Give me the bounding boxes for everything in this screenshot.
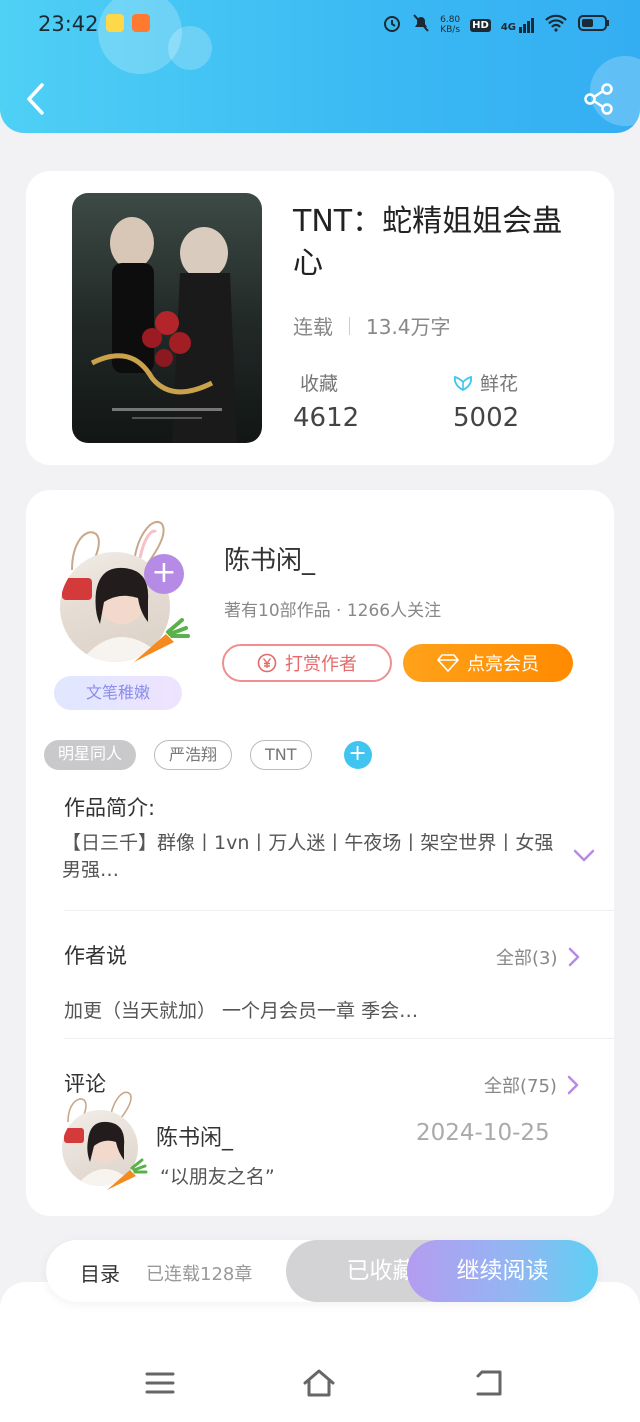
chevron-left-icon (27, 83, 44, 115)
add-tag-button[interactable]: + (343, 741, 372, 769)
author-notes-all-link[interactable]: 全部(3) (496, 944, 580, 970)
share-button[interactable] (582, 82, 616, 116)
mute-icon (412, 13, 430, 37)
divider (64, 1038, 614, 1039)
continue-reading-button[interactable]: 继续阅读 (407, 1240, 598, 1302)
book-cover-image[interactable] (72, 193, 262, 443)
status-time: 23:42 (38, 12, 99, 36)
tip-author-button[interactable]: 打赏作者 (222, 644, 392, 682)
net-speed: 6.80 KB/s (440, 15, 461, 35)
comment-date: 2024-10-25 (416, 1120, 550, 1146)
book-title: TNT：蛇精姐姐会蛊心 (293, 204, 563, 281)
intro-text: 【日三千】群像丨1vn丨万人迷丨午夜场丨架空世界丨女强男强… (62, 832, 554, 881)
yen-coin-icon (257, 653, 277, 673)
back-nav-button[interactable] (472, 1368, 506, 1398)
book-meta: 连载 13.4万字 (293, 311, 451, 340)
menu-nav-button[interactable] (143, 1368, 177, 1398)
tag-chip[interactable]: 明星同人 (44, 740, 137, 770)
chevron-down-icon (573, 849, 595, 862)
comments-all-link[interactable]: 全部(75) (484, 1072, 579, 1098)
menu-icon (145, 1372, 175, 1394)
favorites-count: 4612 (293, 403, 360, 433)
author-stats: 著有10部作品 · 1266人关注 (224, 601, 442, 621)
flowers-count: 5002 (453, 403, 520, 433)
notification-app-icon (132, 14, 150, 32)
carrot-decoration (134, 618, 190, 662)
flower-icon (453, 375, 473, 391)
divider (64, 910, 614, 911)
tag-chip[interactable]: TNT (250, 740, 312, 770)
home-nav-button[interactable] (302, 1368, 336, 1398)
diamond-icon (437, 654, 459, 672)
back-button[interactable] (22, 82, 52, 116)
home-icon (303, 1369, 335, 1397)
vip-membership-button[interactable]: 点亮会员 (403, 644, 573, 682)
hd-icon: HD (470, 18, 491, 32)
system-nav-bar (0, 1282, 640, 1422)
flowers-label[interactable]: 鲜花 (452, 369, 518, 396)
book-word-count: 13.4万字 (366, 315, 451, 339)
header: 23:42 6.80 KB/s HD 4G (0, 0, 640, 133)
comment-text[interactable]: “以朋友之名” (160, 1162, 275, 1189)
expand-intro-button[interactable] (572, 846, 596, 864)
author-name[interactable]: 陈书闲_ (224, 540, 315, 577)
chapter-count[interactable]: 已连载128章 (146, 1260, 252, 1286)
book-info-card: TNT：蛇精姐姐会蛊心 连载 13.4万字 收藏 4612 鲜花 5002 (26, 171, 614, 465)
status-icons: 6.80 KB/s HD 4G (382, 13, 610, 37)
commenter-name[interactable]: 陈书闲_ (156, 1120, 233, 1152)
notification-app-icon (106, 14, 124, 32)
chevron-right-icon (568, 947, 579, 967)
back-arrow-icon (476, 1370, 502, 1396)
author-level-badge: 文笔稚嫩 (54, 676, 182, 710)
share-icon (584, 83, 613, 115)
author-notes-title: 作者说 (64, 944, 127, 968)
book-status: 连载 (293, 315, 333, 339)
author-note-text[interactable]: 加更（当天就加） 一个月会员一章 季会… (64, 996, 418, 1023)
signal-icon: 4G (501, 17, 534, 33)
bottom-action-bar: 目录 已连载128章 已收藏 继续阅读 (46, 1240, 598, 1302)
intro-title: 作品简介: (64, 796, 156, 820)
author-avatar-frame[interactable]: + (58, 512, 203, 662)
tag-list: 明星同人 严浩翔 TNT + (44, 740, 372, 770)
follow-author-button[interactable]: + (144, 554, 184, 594)
tag-chip[interactable]: 严浩翔 (154, 740, 233, 770)
battery-icon (578, 14, 610, 36)
author-detail-card: + 文笔稚嫩 陈书闲_ 著有10部作品 · 1266人关注 打赏作者 点亮会员 … (26, 490, 614, 1216)
favorites-label: 收藏 (300, 373, 339, 395)
toc-button[interactable]: 目录 (80, 1258, 120, 1287)
alarm-icon (382, 13, 402, 37)
divider (349, 316, 350, 335)
status-bar: 23:42 6.80 KB/s HD 4G (0, 0, 640, 50)
wifi-icon (544, 14, 568, 36)
chevron-right-icon (567, 1075, 579, 1095)
carrot-decoration (107, 1158, 148, 1190)
